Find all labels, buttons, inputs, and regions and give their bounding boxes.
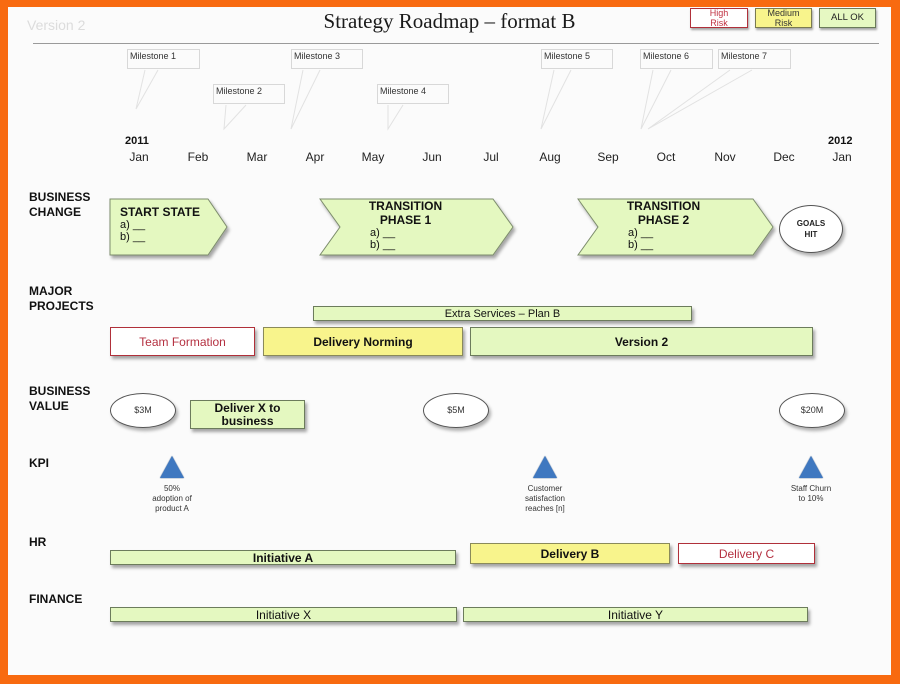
value-oval-3m: $3M: [110, 393, 176, 428]
legend-high-risk-label: High Risk: [709, 8, 729, 28]
legend-high-risk: High Risk: [690, 8, 748, 28]
phase2-subtitle: PHASE 2: [637, 213, 690, 227]
milestone-3: Milestone 3: [291, 49, 363, 69]
kpi-label-1: 50% adoption of product A: [137, 484, 207, 514]
start-state: START STATE a) __ b) __: [120, 205, 200, 243]
phase1-item-a: a) __: [370, 227, 396, 239]
goals-line-2: HIT: [804, 230, 818, 239]
transition-phase-2: TRANSITION PHASE 2 a) __ b) __: [616, 199, 711, 251]
row-label-business-value: BUSINESS VALUE: [29, 384, 90, 414]
value-oval-5m: $5M: [423, 393, 489, 428]
month-label: Aug: [539, 150, 561, 164]
kpi-text: Customer: [527, 484, 563, 493]
row-label-line: CHANGE: [29, 205, 82, 219]
milestone-3-pointer: [290, 69, 321, 130]
kpi-text: to 10%: [798, 494, 824, 503]
milestone-7-pointer: [647, 69, 753, 130]
month-label: Jan: [832, 150, 852, 164]
row-label-major-projects: MAJOR PROJECTS: [29, 284, 94, 314]
phase2-item-a: a) __: [628, 227, 654, 239]
month-label: May: [361, 150, 385, 164]
milestone-5-pointer: [540, 69, 572, 130]
month-label: Jan: [129, 150, 149, 164]
kpi-text: product A: [155, 504, 189, 513]
goals-hit-oval: GOALS HIT: [779, 205, 843, 253]
initiative-y-bar: Initiative Y: [463, 607, 808, 622]
legend-medium-risk-label: Medium Risk: [767, 8, 800, 28]
row-label-line: MAJOR: [29, 284, 73, 298]
delivery-norming-bar: Delivery Norming: [263, 327, 463, 356]
row-label-business-change: BUSINESS CHANGE: [29, 190, 90, 220]
kpi-text: Staff Churn: [790, 484, 832, 493]
start-state-item-a: a) __: [120, 219, 146, 231]
phase1-title: TRANSITION: [368, 199, 443, 213]
milestone-2: Milestone 2: [213, 84, 285, 104]
legend-all-ok: ALL OK: [819, 8, 876, 28]
delivery-c-bar: Delivery C: [678, 543, 815, 564]
kpi-text: 50%: [163, 484, 180, 493]
version-2-bar: Version 2: [470, 327, 813, 356]
row-label-line: PROJECTS: [29, 299, 94, 313]
milestone-2-pointer: [223, 104, 247, 131]
month-label: Oct: [656, 150, 676, 164]
phase1-item-b: b) __: [370, 239, 396, 251]
transition-phase-1: TRANSITION PHASE 1 a) __ b) __: [358, 199, 453, 251]
team-formation-bar: Team Formation: [110, 327, 255, 356]
phase2-item-b: b) __: [628, 239, 654, 251]
milestone-7: Milestone 7: [718, 49, 791, 69]
milestone-4-pointer: [387, 104, 404, 131]
row-label-line: BUSINESS: [29, 384, 91, 398]
phase2-title: TRANSITION: [626, 199, 701, 213]
initiative-a-bar: Initiative A: [110, 550, 456, 565]
kpi-triangle-icon: [160, 456, 184, 478]
kpi-label-3: Staff Churn to 10%: [776, 484, 846, 504]
deliver-x-line-2: business: [221, 413, 274, 428]
end-year: 2012: [828, 135, 853, 147]
month-label: Apr: [305, 150, 325, 164]
start-state-item-b: b) __: [120, 231, 146, 243]
start-year: 2011: [125, 135, 149, 147]
kpi-label-2: Customer satisfaction reaches [n]: [510, 484, 580, 514]
value-oval-20m: $20M: [779, 393, 845, 428]
month-label: Jun: [422, 150, 442, 164]
row-label-line: BUSINESS: [29, 190, 91, 204]
month-label: Mar: [246, 150, 268, 164]
milestone-1-pointer: [135, 69, 159, 110]
row-label-finance: FINANCE: [29, 592, 83, 606]
kpi-triangle-icon: [799, 456, 823, 478]
phase1-subtitle: PHASE 1: [379, 213, 432, 227]
kpi-triangle-icon: [533, 456, 557, 478]
delivery-b-bar: Delivery B: [470, 543, 670, 564]
milestone-6-pointer: [640, 69, 672, 130]
month-label: Nov: [714, 150, 736, 164]
month-label: Sep: [597, 150, 619, 164]
row-label-line: VALUE: [29, 399, 69, 413]
kpi-text: reaches [n]: [525, 504, 565, 513]
start-state-title: START STATE: [120, 205, 200, 219]
milestone-1: Milestone 1: [127, 49, 200, 69]
legend-all-ok-label: ALL OK: [831, 12, 864, 23]
milestone-6: Milestone 6: [640, 49, 713, 69]
goals-line-1: GOALS: [796, 219, 826, 228]
milestone-5: Milestone 5: [541, 49, 613, 69]
kpi-text: satisfaction: [524, 494, 566, 503]
deliver-x-line-1: Deliver X to: [214, 400, 281, 415]
title-divider: [33, 43, 879, 44]
month-label: Jul: [483, 150, 499, 164]
deliver-x-bar: Deliver X to business: [190, 400, 305, 429]
extra-services-bar: Extra Services – Plan B: [313, 306, 692, 321]
row-label-hr: HR: [29, 535, 47, 549]
row-label-kpi: KPI: [29, 456, 50, 470]
roadmap-canvas: Version 2 Strategy Roadmap – format B Hi…: [8, 7, 891, 675]
kpi-text: adoption of: [152, 494, 192, 503]
initiative-x-bar: Initiative X: [110, 607, 457, 622]
legend-medium-risk: Medium Risk: [755, 8, 812, 28]
milestone-4: Milestone 4: [377, 84, 449, 104]
month-label: Feb: [187, 150, 209, 164]
month-label: Dec: [773, 150, 795, 164]
